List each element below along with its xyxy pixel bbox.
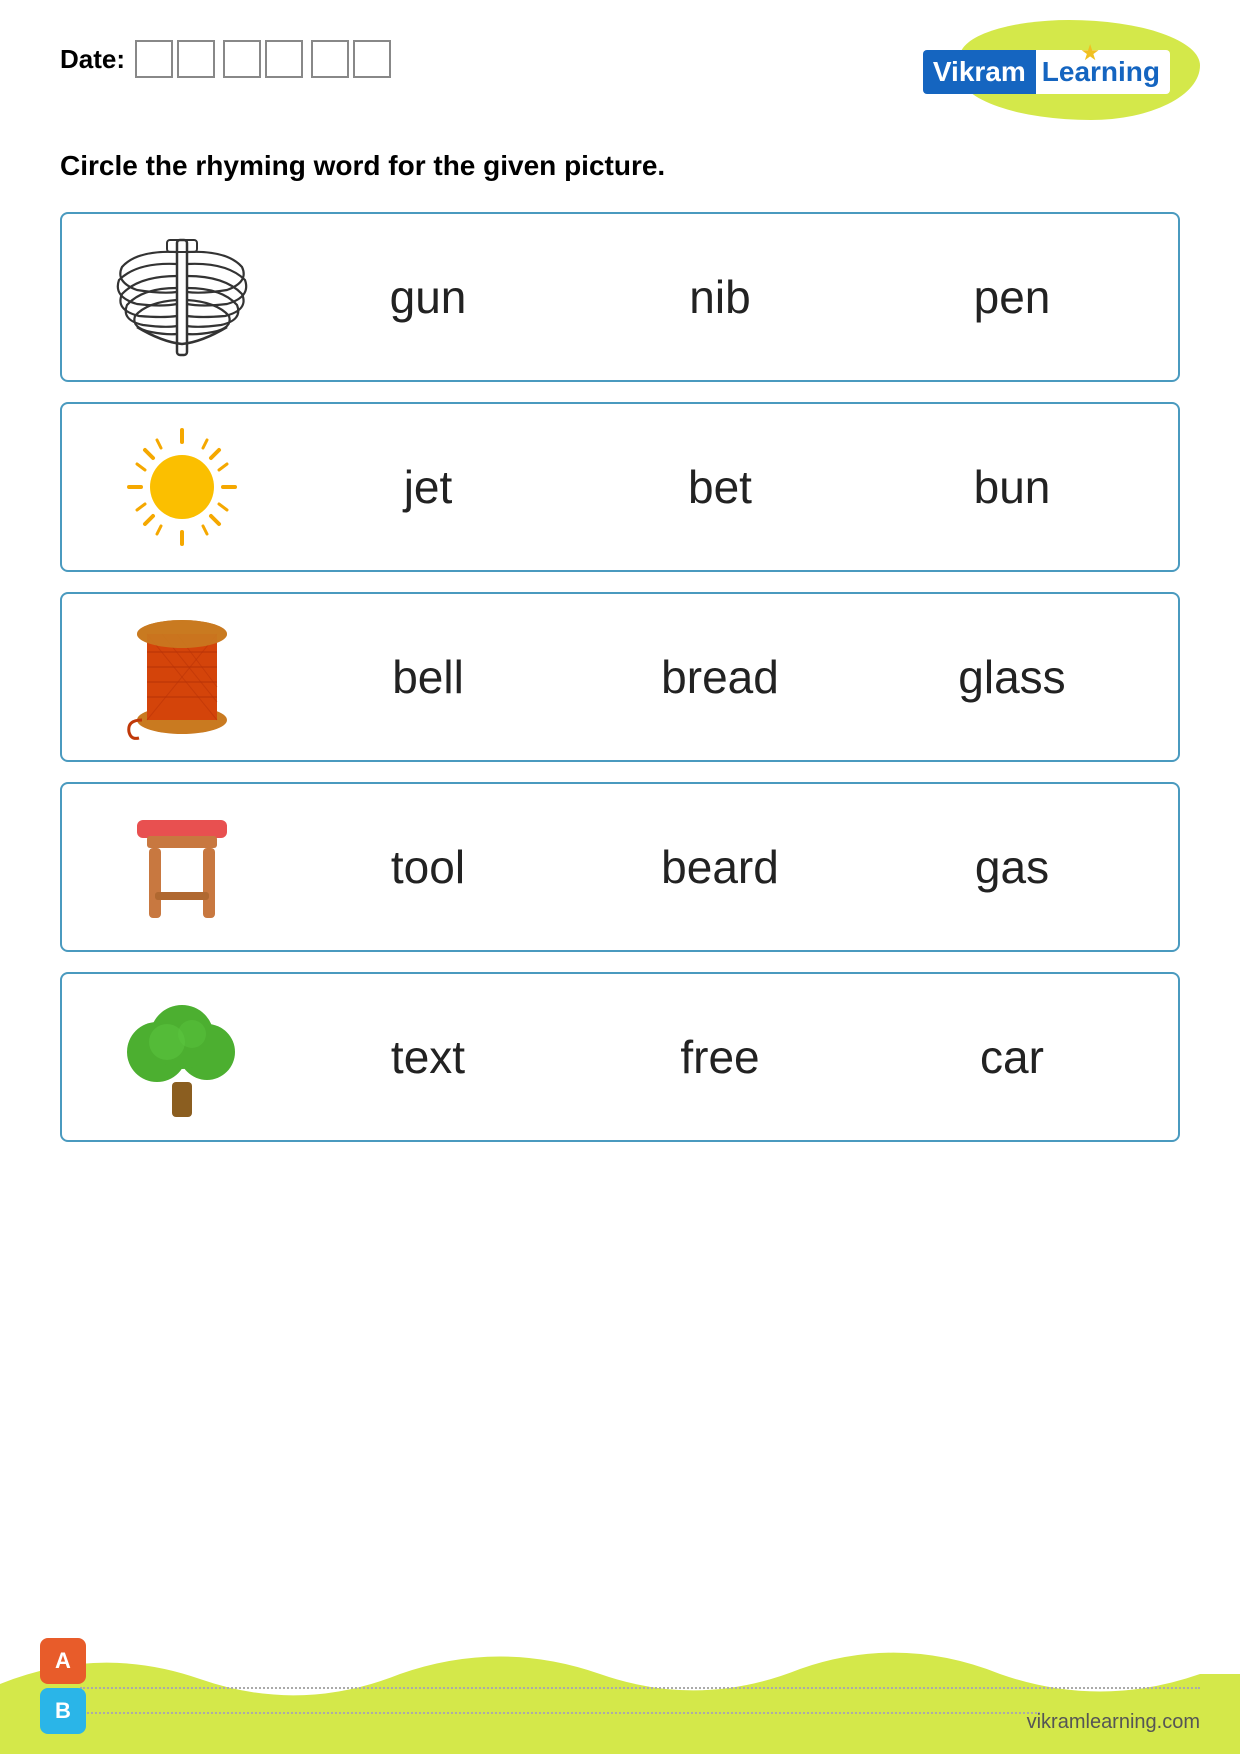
date-box-group-2 — [223, 40, 303, 78]
tree-image — [102, 992, 262, 1122]
date-box-group-1 — [135, 40, 215, 78]
rhyme-row-spool: bell bread glass — [60, 592, 1180, 762]
word-jet: jet — [338, 460, 518, 514]
words-cell-spool: bell bread glass — [282, 650, 1158, 704]
rhyme-row-stool: tool beard gas — [60, 782, 1180, 952]
date-box-group-3 — [311, 40, 391, 78]
image-cell-spool — [82, 612, 282, 742]
rhyme-row-sun: jet bet bun — [60, 402, 1180, 572]
spool-image — [102, 612, 262, 742]
stool-image — [102, 802, 262, 932]
word-glass: glass — [922, 650, 1102, 704]
word-bun: bun — [922, 460, 1102, 514]
star-icon: ★ — [1080, 40, 1100, 66]
date-box-6[interactable] — [353, 40, 391, 78]
page: Date: ★ VikramLearning — [0, 0, 1240, 1754]
word-bread: bread — [630, 650, 810, 704]
date-boxes — [135, 40, 391, 78]
word-gas: gas — [922, 840, 1102, 894]
dotted-line-1 — [80, 1687, 1200, 1689]
date-box-5[interactable] — [311, 40, 349, 78]
instruction-text: Circle the rhyming word for the given pi… — [60, 150, 1180, 182]
image-cell-stool — [82, 802, 282, 932]
words-cell-tree: text free car — [282, 1030, 1158, 1084]
logo: VikramLearning — [923, 50, 1170, 94]
footer: A B vikramlearning.com — [0, 1624, 1240, 1754]
word-bet: bet — [630, 460, 810, 514]
word-tool: tool — [338, 840, 518, 894]
ribs-image — [102, 232, 262, 362]
word-bell: bell — [338, 650, 518, 704]
date-box-2[interactable] — [177, 40, 215, 78]
word-nib: nib — [630, 270, 810, 324]
word-free: free — [630, 1030, 810, 1084]
word-gun: gun — [338, 270, 518, 324]
header: Date: ★ VikramLearning — [60, 40, 1180, 120]
word-text: text — [338, 1030, 518, 1084]
logo-vikram: Vikram — [923, 50, 1036, 94]
footer-wave-svg — [0, 1624, 1240, 1754]
date-section: Date: — [60, 40, 391, 78]
date-box-4[interactable] — [265, 40, 303, 78]
image-cell-sun — [82, 422, 282, 552]
dotted-line-2 — [80, 1712, 1040, 1714]
word-car: car — [922, 1030, 1102, 1084]
image-cell-tree — [82, 992, 282, 1122]
sun-image — [102, 422, 262, 552]
word-pen: pen — [922, 270, 1102, 324]
footer-url: vikramlearning.com — [1027, 1711, 1200, 1734]
date-label: Date: — [60, 44, 125, 75]
words-cell-stool: tool beard gas — [282, 840, 1158, 894]
logo-container: ★ VikramLearning — [960, 40, 1180, 120]
rhyme-row-ribs: gun nib pen — [60, 212, 1180, 382]
logo-learning: Learning — [1036, 50, 1170, 94]
word-beard: beard — [630, 840, 810, 894]
abc-block-a: A — [40, 1638, 86, 1684]
date-box-3[interactable] — [223, 40, 261, 78]
abc-block-b: B — [40, 1688, 86, 1734]
footer-logos: A B — [40, 1638, 86, 1734]
rhyme-row-tree: text free car — [60, 972, 1180, 1142]
date-box-1[interactable] — [135, 40, 173, 78]
image-cell-ribs — [82, 232, 282, 362]
words-cell-sun: jet bet bun — [282, 460, 1158, 514]
words-cell-ribs: gun nib pen — [282, 270, 1158, 324]
